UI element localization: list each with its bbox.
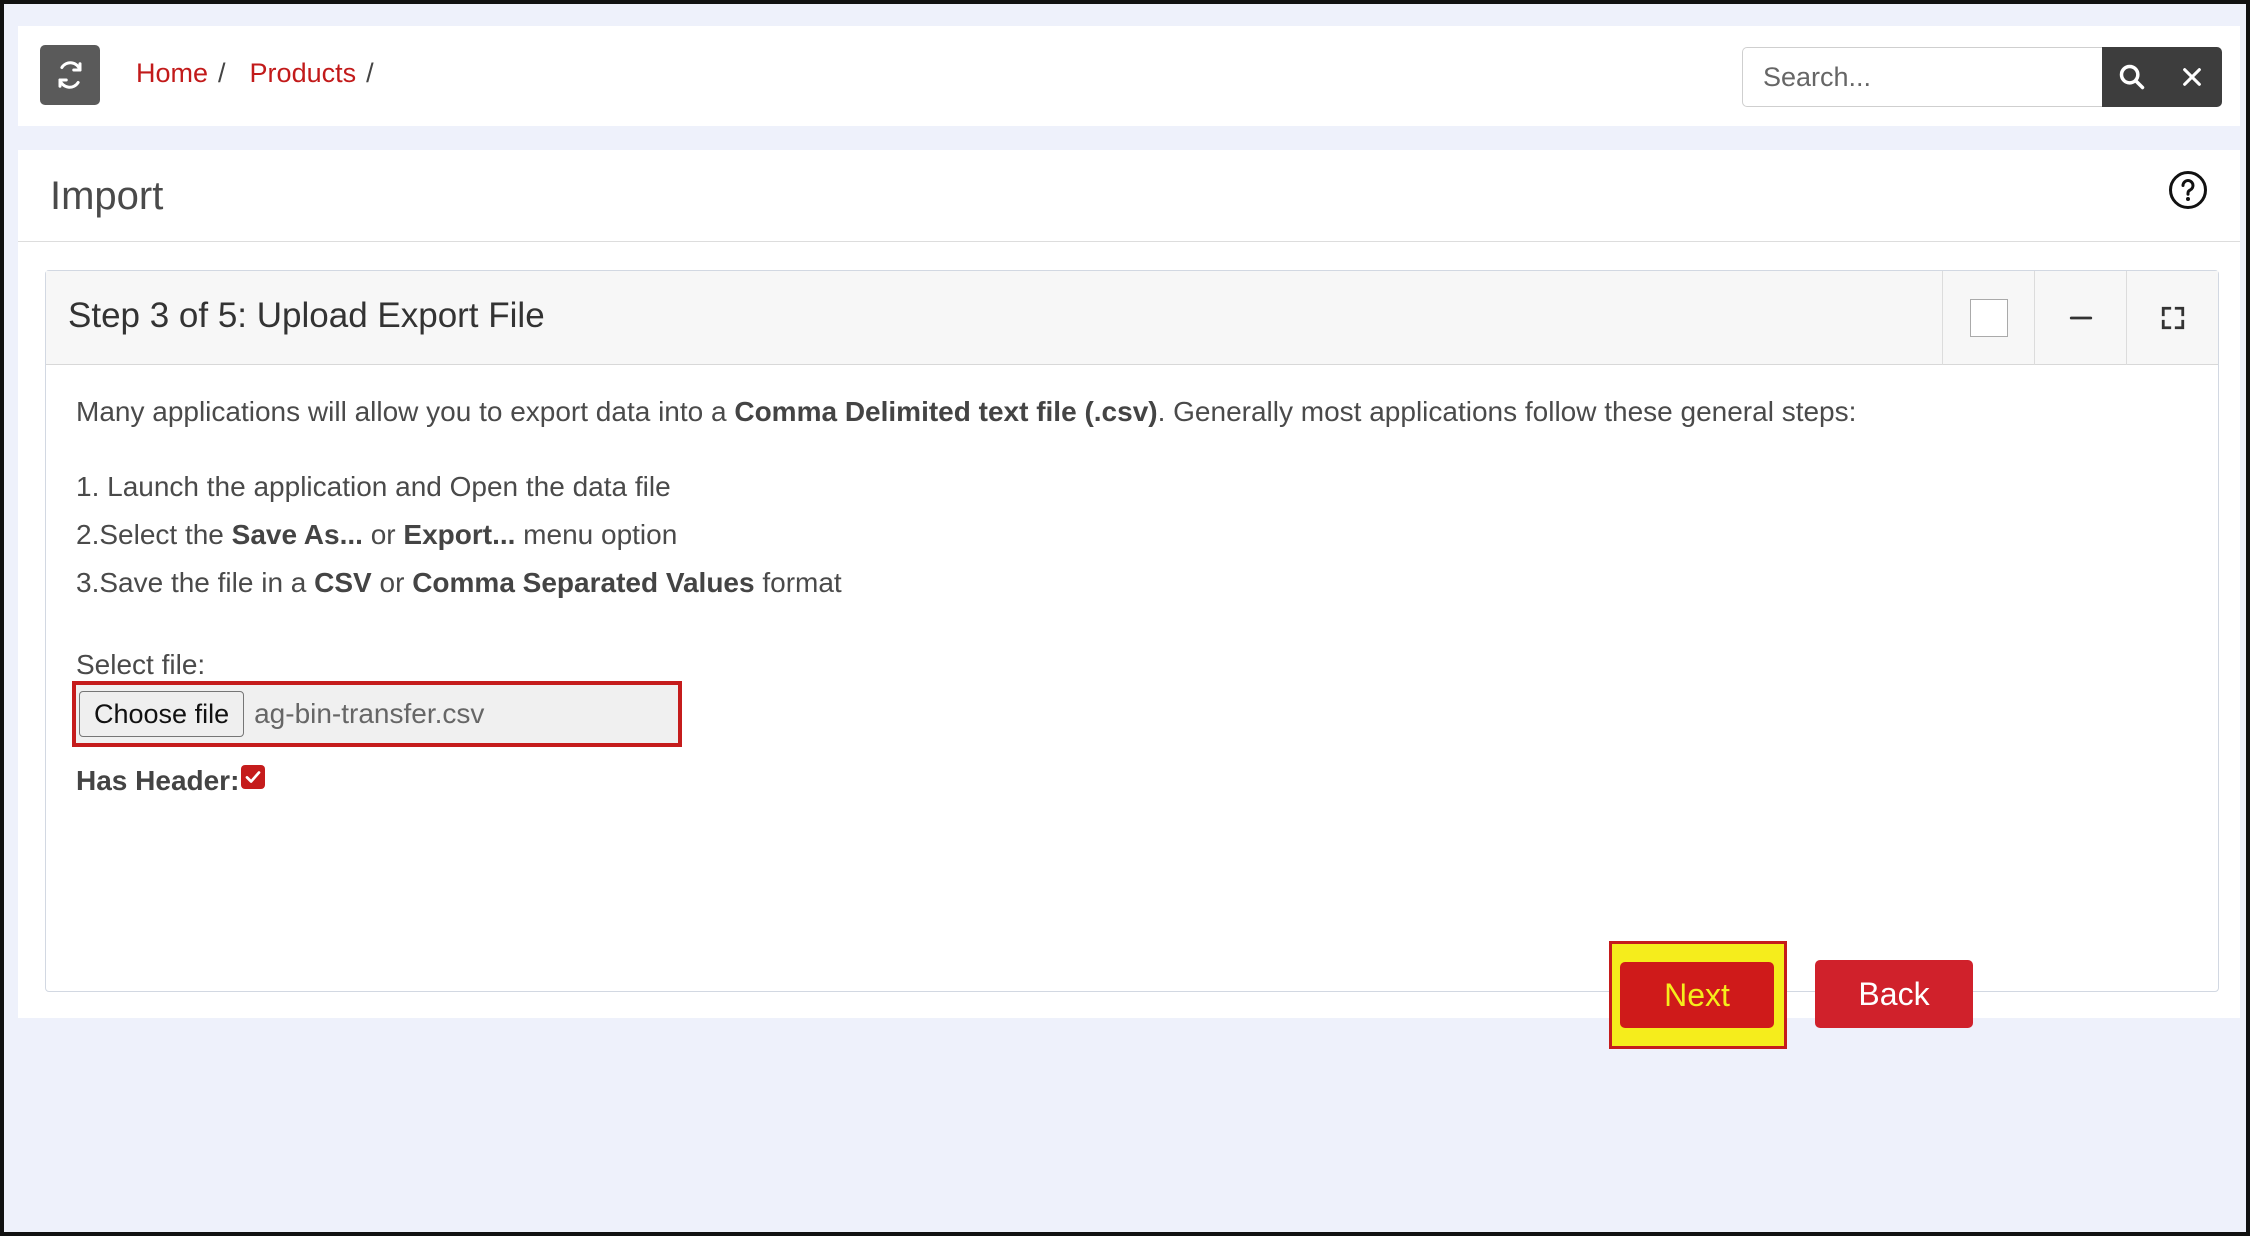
step-3-text: 3.Save the file in a [76, 567, 315, 598]
minimize-icon [2069, 316, 2092, 320]
breadcrumb-separator: / [366, 58, 374, 88]
step-2-bold: Save As... [231, 519, 363, 550]
panel-title: Step 3 of 5: Upload Export File [68, 296, 545, 335]
search-icon [2119, 64, 2145, 90]
search-input[interactable] [1742, 47, 2102, 107]
search-button[interactable] [2102, 47, 2162, 107]
has-header-label: Has Header: [76, 765, 240, 796]
step-2-text: menu option [515, 519, 678, 550]
intro-prefix: Many applications will allow you to expo… [76, 396, 735, 427]
step-2: 2.Select the Save As... or Export... men… [76, 511, 2188, 559]
intro-bold: Comma Delimited text file (.csv) [734, 396, 1158, 427]
collapse-button[interactable] [2034, 271, 2126, 365]
page-header: Import [18, 150, 2240, 242]
refresh-button[interactable] [40, 45, 100, 105]
step-1: 1. Launch the application and Open the d… [76, 471, 671, 502]
step-2-bold: Export... [403, 519, 516, 550]
clear-search-button[interactable] [2162, 47, 2222, 107]
breadcrumb-separator: / [218, 58, 226, 88]
has-header-checkbox[interactable] [241, 765, 266, 789]
refresh-icon [58, 61, 82, 89]
upload-panel: Step 3 of 5: Upload Export File Many app… [45, 270, 2219, 1049]
back-button[interactable]: Back [1815, 960, 1973, 1028]
fullscreen-button[interactable] [2126, 271, 2218, 365]
step-2-text: 2.Select the [76, 519, 232, 550]
step-2-text: or [362, 519, 404, 550]
panel-header: Step 3 of 5: Upload Export File [46, 271, 2218, 365]
steps-list: 1. Launch the application and Open the d… [76, 463, 2188, 607]
panel-tools [1942, 271, 2218, 365]
selected-file-name: ag-bin-transfer.csv [254, 698, 485, 729]
breadcrumb-products[interactable]: Products [250, 58, 357, 89]
next-button-highlight: Next [1609, 941, 1787, 1049]
breadcrumb-home[interactable]: Home [136, 58, 208, 89]
breadcrumb: Home / Products / [136, 58, 388, 89]
step-3-bold: CSV [314, 567, 372, 598]
step-3-text: or [371, 567, 413, 598]
step-3-text: format [754, 567, 842, 598]
top-bar: Home / Products / [18, 26, 2240, 126]
select-file-label: Select file: [76, 649, 206, 680]
file-input[interactable]: Choose file ag-bin-transfer.csv [72, 681, 682, 747]
choose-file-button[interactable]: Choose file [79, 691, 245, 737]
check-icon [246, 771, 261, 783]
page-title: Import [50, 174, 164, 218]
fullscreen-icon [2161, 306, 2184, 330]
close-icon [2183, 68, 2201, 86]
step-3-bold: Comma Separated Values [412, 567, 755, 598]
panel-select-checkbox[interactable] [1969, 299, 2008, 337]
next-button[interactable]: Next [1620, 962, 1774, 1028]
intro-text: Many applications will allow you to expo… [76, 395, 2188, 429]
intro-suffix: . Generally most applications follow the… [1157, 396, 1857, 427]
panel-select-tool[interactable] [1942, 271, 2034, 365]
help-circle-icon[interactable] [2168, 170, 2208, 210]
step-3: 3.Save the file in a CSV or Comma Separa… [76, 559, 2188, 607]
search-group [1742, 47, 2222, 107]
import-page: Import Step 3 of 5: Upload Export File M… [18, 150, 2240, 1049]
panel-body: Many applications will allow you to expo… [72, 395, 2188, 796]
has-header-row: Has Header: [76, 765, 266, 797]
